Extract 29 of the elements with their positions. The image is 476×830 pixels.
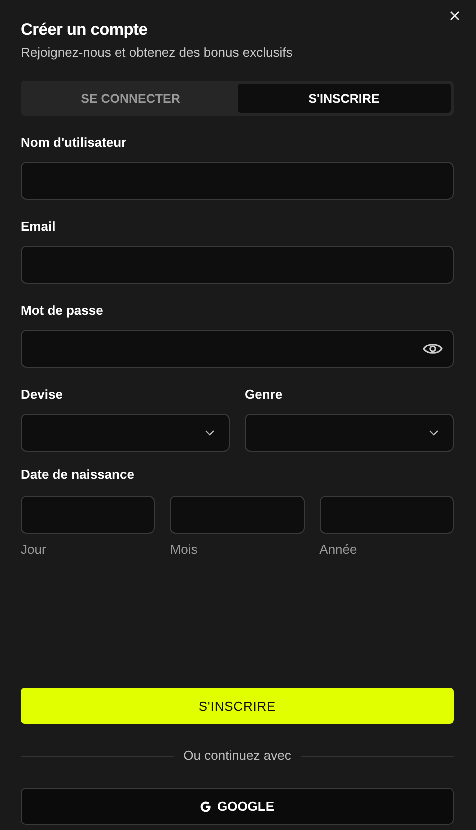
- field-label: Date de naissance: [21, 467, 134, 483]
- field-caption: Année: [320, 542, 358, 558]
- password-field[interactable]: [21, 330, 454, 368]
- field-label: Genre: [245, 387, 283, 403]
- divider-text: Ou continuez avec: [184, 748, 292, 764]
- input-field[interactable]: [21, 162, 454, 200]
- dialog-subtitle: Rejoignez-nous et obtenez des bonus exclusifs: [21, 45, 293, 61]
- field-label: Nom d'utilisateur: [21, 135, 127, 151]
- tab[interactable]: SE CONNECTER: [24, 84, 238, 113]
- input-field[interactable]: [21, 246, 454, 284]
- signup-button[interactable]: S'INSCRIRE: [21, 688, 454, 724]
- chevron-down-icon: [205, 430, 215, 436]
- dropdown-field[interactable]: [245, 414, 454, 452]
- dropdown-field[interactable]: [21, 414, 230, 452]
- field-label: Devise: [21, 387, 63, 403]
- google-icon: [200, 800, 212, 812]
- google-button[interactable]: GOOGLE: [21, 788, 454, 825]
- field-label: Mot de passe: [21, 303, 104, 319]
- close-icon[interactable]: [449, 10, 461, 22]
- field-label: Email: [21, 219, 56, 235]
- input-field[interactable]: [320, 496, 454, 534]
- eye-icon[interactable]: [423, 342, 443, 356]
- field-caption: Jour: [21, 542, 46, 558]
- input-field[interactable]: [170, 496, 305, 534]
- input-field[interactable]: [21, 496, 156, 534]
- dialog-title: Créer un compte: [21, 20, 148, 40]
- tab[interactable]: S'INSCRIRE: [238, 84, 451, 113]
- chevron-down-icon: [429, 430, 439, 436]
- field-caption: Mois: [170, 542, 198, 558]
